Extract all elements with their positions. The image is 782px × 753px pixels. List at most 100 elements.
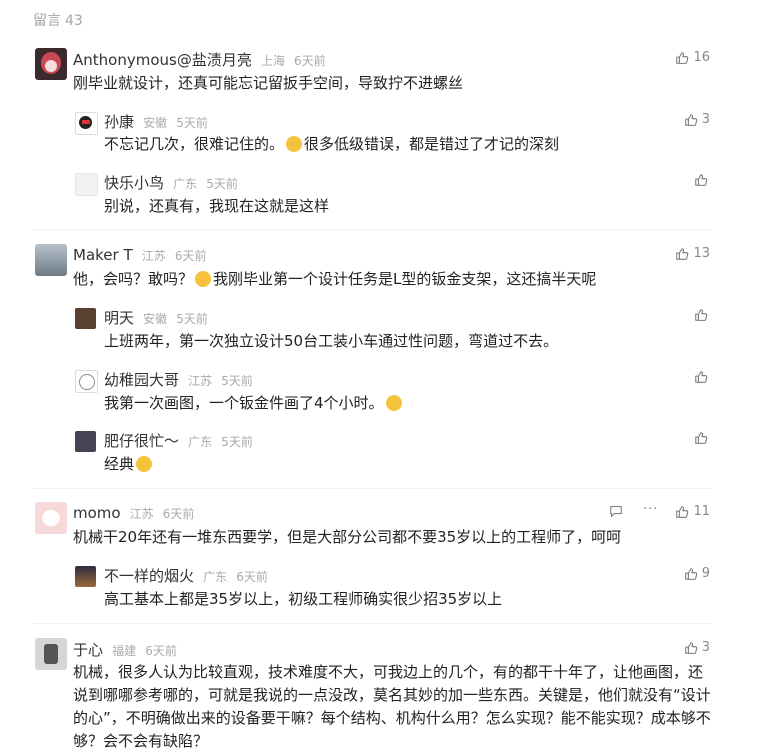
comments-count: 43 [65,13,83,29]
reply-text: 我第一次画图，一个钣金件画了4个小时。 [104,392,404,415]
reply-meta: 快乐小鸟 广东 5天前 [104,172,238,193]
avatar[interactable] [75,112,98,135]
reply-text: 别说，还真有，我现在这就是这样 [104,197,330,215]
reply-meta: 肥仔很忙～ 广东 5天前 [104,430,253,451]
thumbs-up-icon [694,308,708,322]
reply-author[interactable]: 孙康 [104,113,134,131]
avatar[interactable] [35,244,67,276]
like-button[interactable]: 3 [684,112,710,127]
like-button[interactable]: 13 [675,246,710,261]
like-count: 13 [693,246,710,261]
comment-author[interactable]: Maker T [73,246,133,264]
reply-time: 6天前 [236,570,268,584]
comment-location: 江苏 [129,507,154,521]
reply-location: 广东 [173,177,198,191]
reply-author[interactable]: 肥仔很忙～ [104,432,179,450]
like-count: 9 [701,566,710,581]
thumbs-up-icon [675,247,689,261]
like-count: 3 [701,112,710,127]
avatar[interactable] [35,638,67,670]
comment-location: 福建 [112,644,137,658]
reply-text: 上班两年，第一次独立设计50台工装小车通过性问题，弯道过不去。 [104,332,559,350]
comment-meta: Anthonymous@盐渍月亮 上海 6天前 [73,49,326,70]
reply-text: 高工基本上都是35岁以上，初级工程师确实很少招35岁以上 [104,590,503,608]
divider [33,488,710,489]
comments-header-label: 留言 [33,13,61,29]
avatar[interactable] [75,308,96,329]
reply-time: 5天前 [176,116,208,130]
grin-emoji-icon [286,136,303,152]
reply-author[interactable]: 明天 [104,309,134,327]
like-button[interactable] [694,308,708,322]
reply-text-part: 我第一次画图，一个钣金件画了4个小时。 [104,394,384,412]
more-options-icon[interactable]: ··· [643,502,658,517]
reply-text: 经典 [104,453,154,476]
like-count: 3 [701,640,710,655]
comment-text: 刚毕业就设计，还真可能忘记留扳手空间，导致拧不进螺丝 [73,74,464,92]
comment-location: 江苏 [141,249,166,263]
reply-author[interactable]: 不一样的烟火 [104,567,194,585]
comment-text-part: 我刚毕业第一个设计任务是L型的钣金支架，这还搞半天呢 [213,270,597,288]
thumbs-up-icon [694,431,708,445]
reply-button[interactable] [609,504,623,522]
comment-text: 机械，很多人认为比较直观，技术难度不大，可我边上的几个，有的都干十年了，让他画图… [73,663,711,750]
like-button[interactable]: 16 [675,50,710,65]
comment-text: 他，会吗？敢吗？ 我刚毕业第一个设计任务是L型的钣金支架，这还搞半天呢 [73,268,596,291]
avatar[interactable] [35,48,67,80]
like-button[interactable]: 9 [684,566,710,581]
reply-time: 5天前 [221,374,253,388]
reply-meta: 孙康 安徽 5天前 [104,111,208,132]
thumbs-up-icon [694,370,708,384]
yawn-emoji-icon [136,456,153,472]
comment-meta: momo 江苏 6天前 [73,503,194,522]
reply-author[interactable]: 幼稚园大哥 [104,371,179,389]
thumbs-up-icon [675,51,689,65]
reply-time: 5天前 [206,177,238,191]
comment-author[interactable]: Anthonymous@盐渍月亮 [73,51,252,69]
reply-text-part: 不忘记几次，很难记住的。 [104,135,285,153]
like-button[interactable]: 3 [684,640,710,655]
comment-author[interactable]: 于心 [73,641,103,659]
like-count: 11 [693,504,710,519]
avatar[interactable] [75,431,96,452]
avatar[interactable] [35,502,67,534]
reply-text: 不忘记几次，很难记住的。 很多低级错误，都是错过了才记的深刻 [104,133,559,156]
reply-author[interactable]: 快乐小鸟 [104,174,164,192]
comment-text: 机械干20年还有一堆东西要学，但是大部分公司都不要35岁以上的工程师了，呵呵 [73,528,622,546]
reply-meta: 明天 安徽 5天前 [104,307,208,328]
like-button[interactable] [694,173,708,187]
reply-time: 5天前 [221,435,253,449]
like-count: 16 [693,50,710,65]
thumbs-up-icon [684,113,698,127]
comment-meta: 于心 福建 6天前 [73,639,177,660]
reply-location: 安徽 [143,312,168,326]
reply-location: 广东 [188,435,213,449]
like-button[interactable] [694,370,708,384]
thumbs-up-icon [684,641,698,655]
comment-time: 6天前 [174,249,207,263]
comments-header: 留言 43 [33,10,87,30]
reply-time: 5天前 [176,312,208,326]
divider [33,229,710,230]
comment-time: 6天前 [162,507,195,521]
comment-location: 上海 [260,54,285,68]
reply-location: 广东 [203,570,228,584]
comment-time: 6天前 [294,54,326,68]
comment-icon [610,506,622,518]
divider [33,623,710,624]
avatar[interactable] [75,566,96,587]
thumbs-up-icon [684,567,698,581]
like-button[interactable]: 11 [675,504,710,519]
comment-meta: Maker T 江苏 6天前 [73,245,206,264]
comment-time: 6天前 [145,644,177,658]
avatar[interactable] [75,370,98,393]
like-button[interactable] [694,431,708,445]
reply-text-part: 很多低级错误，都是错过了才记的深刻 [304,135,560,153]
avatar[interactable] [75,173,98,196]
reply-location: 江苏 [188,374,213,388]
reply-meta: 不一样的烟火 广东 6天前 [104,565,268,586]
comment-author[interactable]: momo [73,504,121,522]
grin-emoji-icon [195,271,212,287]
reply-meta: 幼稚园大哥 江苏 5天前 [104,369,253,390]
thumbs-up-icon [675,505,689,519]
